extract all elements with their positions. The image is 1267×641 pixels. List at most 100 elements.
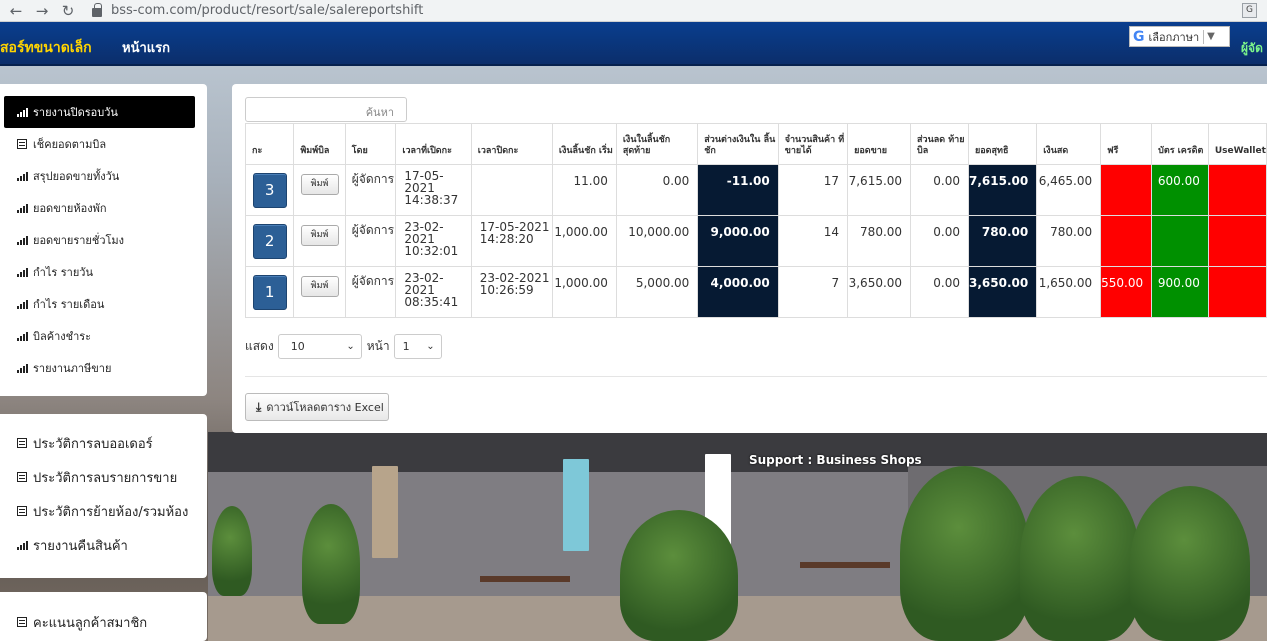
download-excel-button[interactable]: ⤓ ดาวน์โหลดตาราง Excel bbox=[245, 393, 389, 421]
report-panel: ค้นหา กะ พิมพ์บิล โดย เวลาที่เปิดกะ เวลา… bbox=[232, 84, 1267, 433]
bar-chart-icon bbox=[17, 363, 28, 373]
free-cell: 550.00 bbox=[1100, 266, 1153, 318]
column-header[interactable]: เงินในลิ้นชัก สุดท้าย bbox=[615, 123, 699, 165]
translate-icon[interactable]: G bbox=[1242, 3, 1257, 18]
brand-title[interactable]: สอร์ทขนาดเล็ก bbox=[0, 37, 92, 59]
end-cash-cell: 5,000.00 bbox=[615, 266, 699, 318]
top-navbar: สอร์ทขนาดเล็ก หน้าแรก G เลือกภาษา ▼ ผู้จ… bbox=[0, 22, 1267, 66]
sidebar-item-returns[interactable]: รายงานคืนสินค้า bbox=[4, 529, 195, 561]
sidebar-item-room-move[interactable]: ประวัติการย้ายห้อง/รวมห้อง bbox=[4, 495, 195, 527]
sidebar-item-label: สรุปยอดขายทั้งวัน bbox=[33, 170, 120, 183]
address-bar[interactable]: bss-com.com/product/resort/sale/salerepo… bbox=[111, 3, 423, 18]
sidebar-item-sales-tax[interactable]: รายงานภาษีขาย bbox=[4, 352, 195, 384]
column-header[interactable]: ส่วนลด ท้ายบิล bbox=[910, 123, 969, 165]
sidebar-item-room-sales[interactable]: ยอดขายห้องพัก bbox=[4, 192, 195, 224]
column-header[interactable]: จำนวนสินค้า ที่ขายได้ bbox=[777, 123, 849, 165]
end-cash-cell: 10,000.00 bbox=[615, 215, 699, 267]
sidebar-item-label: กำไร รายเดือน bbox=[33, 298, 105, 311]
by-cell: ผู้จัดการ bbox=[344, 266, 397, 318]
list-icon bbox=[17, 617, 27, 627]
net-cell: 7,615.00 bbox=[967, 164, 1038, 216]
column-header[interactable]: เงินลิ้นชัก เริ่ม bbox=[551, 123, 617, 165]
column-header[interactable]: พิมพ์บิล bbox=[293, 123, 346, 165]
tree bbox=[1130, 486, 1250, 641]
sidebar-item-unpaid-bills[interactable]: บิลค้างชำระ bbox=[4, 320, 195, 352]
pagination: แสดง 10 ⌄ หน้า 1 ⌄ bbox=[245, 334, 442, 359]
user-menu[interactable]: ผู้จัด bbox=[1241, 39, 1263, 58]
sidebar-item-check-bill[interactable]: เช็คยอดตามบิล bbox=[4, 128, 195, 160]
print-button[interactable]: พิมพ์ bbox=[300, 225, 339, 246]
print-button[interactable]: พิมพ์ bbox=[300, 276, 339, 297]
sidebar-item-deleted-sales[interactable]: ประวัติการลบรายการขาย bbox=[4, 461, 195, 493]
table-header-row: กะ พิมพ์บิล โดย เวลาที่เปิดกะ เวลาปิดกะ … bbox=[244, 123, 1267, 165]
start-cash-cell: 11.00 bbox=[551, 164, 617, 216]
chevron-down-icon: ⌄ bbox=[426, 341, 435, 352]
discount-cell: 0.00 bbox=[910, 215, 969, 267]
wallet-cell bbox=[1207, 215, 1267, 267]
sidebar-item-label: รายงานภาษีขาย bbox=[33, 362, 112, 375]
back-arrow-icon[interactable]: ← bbox=[6, 2, 26, 20]
column-header[interactable]: ส่วนต่างเงินใน ลิ้นชัก bbox=[697, 123, 779, 165]
cash-cell: 780.00 bbox=[1036, 215, 1102, 267]
sidebar-reports: รายงานปิดรอบวัน เช็คยอดตามบิล สรุปยอดขาย… bbox=[0, 84, 207, 396]
tree bbox=[900, 466, 1030, 641]
by-cell: ผู้จัดการ bbox=[344, 164, 397, 216]
sidebar-item-daily-profit[interactable]: กำไร รายวัน bbox=[4, 256, 195, 288]
forward-arrow-icon[interactable]: → bbox=[32, 2, 52, 20]
list-icon bbox=[17, 139, 27, 149]
sales-cell: 780.00 bbox=[847, 215, 912, 267]
cash-diff-cell: -11.00 bbox=[697, 164, 779, 216]
page-select[interactable]: 1 ⌄ bbox=[393, 334, 442, 359]
column-header[interactable]: UseWallet bbox=[1207, 123, 1267, 165]
print-button[interactable]: พิมพ์ bbox=[300, 174, 339, 195]
print-cell: พิมพ์ bbox=[293, 266, 346, 318]
cash-diff-cell: 9,000.00 bbox=[697, 215, 779, 267]
sidebar-item-label: ยอดขายรายชั่วโมง bbox=[33, 234, 125, 247]
page-size-select[interactable]: 10 ⌄ bbox=[277, 334, 362, 359]
net-cell: 3,650.00 bbox=[967, 266, 1038, 318]
table-row: 3 พิมพ์ ผู้จัดการ 17-05-2021 14:38:37 11… bbox=[244, 164, 1267, 216]
shift-button[interactable]: 1 bbox=[252, 275, 287, 310]
column-header[interactable]: ยอดขาย bbox=[847, 123, 912, 165]
column-header[interactable]: โดย bbox=[344, 123, 397, 165]
start-cash-cell: 1,000.00 bbox=[551, 266, 617, 318]
tree bbox=[620, 510, 738, 641]
free-cell bbox=[1100, 215, 1153, 267]
search-input[interactable]: ค้นหา bbox=[245, 97, 407, 122]
support-footer: Support : Business Shops bbox=[749, 453, 922, 467]
cash-diff-cell: 4,000.00 bbox=[697, 266, 779, 318]
home-link[interactable]: หน้าแรก bbox=[122, 37, 170, 58]
column-header[interactable]: ฟรี bbox=[1100, 123, 1153, 165]
search-placeholder: ค้นหา bbox=[365, 106, 394, 119]
reload-icon[interactable]: ↻ bbox=[58, 2, 78, 20]
sidebar-item-member-points[interactable]: คะแนนลูกค้าสมาชิก bbox=[4, 606, 195, 638]
column-header[interactable]: เวลาที่เปิดกะ bbox=[395, 123, 472, 165]
sidebar-item-daily-summary[interactable]: สรุปยอดขายทั้งวัน bbox=[4, 160, 195, 192]
shift-button[interactable]: 2 bbox=[252, 224, 287, 259]
qty-cell: 14 bbox=[777, 215, 849, 267]
column-header[interactable]: เวลาปิดกะ bbox=[470, 123, 553, 165]
sales-cell: 7,615.00 bbox=[847, 164, 912, 216]
credit-cell: 900.00 bbox=[1151, 266, 1209, 318]
sidebar-item-monthly-profit[interactable]: กำไร รายเดือน bbox=[4, 288, 195, 320]
bar-chart-icon bbox=[17, 203, 28, 213]
bar-chart-icon bbox=[17, 267, 28, 277]
shift-cell: 2 bbox=[244, 215, 295, 267]
shift-button[interactable]: 3 bbox=[252, 173, 287, 208]
sidebar-item-hourly-sales[interactable]: ยอดขายรายชั่วโมง bbox=[4, 224, 195, 256]
language-select[interactable]: G เลือกภาษา ▼ bbox=[1129, 26, 1230, 47]
open-time-cell: 17-05-2021 14:38:37 bbox=[395, 164, 472, 216]
google-icon: G bbox=[1133, 28, 1145, 45]
column-header[interactable]: ยอดสุทธิ bbox=[967, 123, 1038, 165]
bar-chart-icon bbox=[17, 107, 28, 117]
sidebar-item-deleted-orders[interactable]: ประวัติการลบออเดอร์ bbox=[4, 427, 195, 459]
sidebar-item-shift-report[interactable]: รายงานปิดรอบวัน bbox=[4, 96, 195, 128]
download-excel-label: ดาวน์โหลดตาราง Excel bbox=[266, 401, 384, 414]
chevron-down-icon: ⌄ bbox=[346, 341, 355, 352]
lock-icon bbox=[92, 3, 102, 17]
bench bbox=[480, 576, 570, 582]
divider bbox=[1203, 29, 1205, 44]
column-header[interactable]: กะ bbox=[244, 123, 295, 165]
column-header[interactable]: เงินสด bbox=[1036, 123, 1102, 165]
column-header[interactable]: บัตร เครดิต bbox=[1151, 123, 1209, 165]
